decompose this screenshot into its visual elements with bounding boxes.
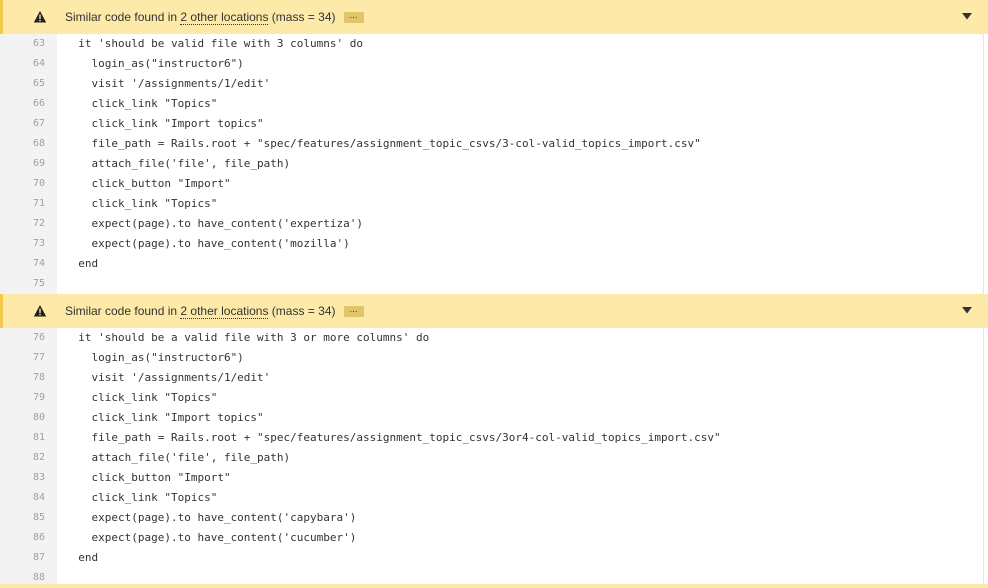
other-locations-link[interactable]: 2 other locations — [180, 304, 269, 319]
code-line: 66 click_link "Topics" — [0, 94, 988, 114]
code-line: 79 click_link "Topics" — [0, 388, 988, 408]
code-text: end — [65, 551, 99, 564]
line-number[interactable]: 85 — [0, 508, 45, 528]
code-line: 71 click_link "Topics" — [0, 194, 988, 214]
line-number[interactable]: 77 — [0, 348, 45, 368]
warning-triangle-icon — [33, 305, 47, 317]
line-number[interactable]: 63 — [0, 34, 45, 54]
code-text: visit '/assignments/1/edit' — [65, 77, 271, 90]
code-line: 77 login_as("instructor6") — [0, 348, 988, 368]
code-line: 76 it 'should be a valid file with 3 or … — [0, 328, 988, 348]
code-line: 74 end — [0, 254, 988, 274]
line-number[interactable]: 67 — [0, 114, 45, 134]
code-line: 75 — [0, 274, 988, 294]
duplication-issue-bar[interactable]: Similar code found in 2 other locations … — [0, 294, 988, 328]
code-text: attach_file('file', file_path) — [65, 157, 291, 170]
code-line: 63 it 'should be valid file with 3 colum… — [0, 34, 988, 54]
code-text: expect(page).to have_content('expertiza'… — [65, 217, 364, 230]
issue-message: Similar code found in 2 other locations … — [65, 10, 336, 25]
code-line: 81 file_path = Rails.root + "spec/featur… — [0, 428, 988, 448]
line-number[interactable]: 72 — [0, 214, 45, 234]
code-line: 87 end — [0, 548, 988, 568]
code-text: attach_file('file', file_path) — [65, 451, 291, 464]
code-text: expect(page).to have_content('cucumber') — [65, 531, 357, 544]
line-number[interactable]: 68 — [0, 134, 45, 154]
issue-message-prefix: Similar code found in — [65, 10, 181, 24]
line-number[interactable]: 65 — [0, 74, 45, 94]
duplication-issue-bar[interactable]: Similar code found in 2 other locations … — [0, 0, 988, 34]
code-line: 69 attach_file('file', file_path) — [0, 154, 988, 174]
code-text: end — [65, 257, 99, 270]
line-number[interactable]: 81 — [0, 428, 45, 448]
code-text: it 'should be valid file with 3 columns'… — [65, 37, 364, 50]
code-line: 65 visit '/assignments/1/edit' — [0, 74, 988, 94]
code-line: 67 click_link "Import topics" — [0, 114, 988, 134]
code-text: click_link "Topics" — [65, 491, 218, 504]
code-line: 70 click_button "Import" — [0, 174, 988, 194]
code-text: click_button "Import" — [65, 471, 231, 484]
code-text: it 'should be a valid file with 3 or mor… — [65, 331, 430, 344]
issue-message-suffix: (mass = 34) — [268, 10, 336, 24]
code-text: login_as("instructor6") — [65, 351, 244, 364]
line-number[interactable]: 64 — [0, 54, 45, 74]
code-line: 82 attach_file('file', file_path) — [0, 448, 988, 468]
code-text: click_link "Import topics" — [65, 411, 264, 424]
code-text: expect(page).to have_content('mozilla') — [65, 237, 350, 250]
code-text: login_as("instructor6") — [65, 57, 244, 70]
line-number[interactable]: 74 — [0, 254, 45, 274]
code-line: 84 click_link "Topics" — [0, 488, 988, 508]
line-number[interactable]: 83 — [0, 468, 45, 488]
other-locations-link[interactable]: 2 other locations — [180, 10, 269, 25]
caret-down-icon[interactable] — [962, 13, 972, 20]
line-number[interactable]: 82 — [0, 448, 45, 468]
code-line: 68 file_path = Rails.root + "spec/featur… — [0, 134, 988, 154]
line-number[interactable]: 73 — [0, 234, 45, 254]
line-number[interactable]: 71 — [0, 194, 45, 214]
code-line: 78 visit '/assignments/1/edit' — [0, 368, 988, 388]
code-block: 76 it 'should be a valid file with 3 or … — [0, 328, 988, 588]
code-text: click_button "Import" — [65, 177, 231, 190]
more-details-button[interactable]: ... — [343, 10, 364, 23]
line-number[interactable]: 66 — [0, 94, 45, 114]
code-text: file_path = Rails.root + "spec/features/… — [65, 431, 721, 444]
caret-down-icon[interactable] — [962, 307, 972, 314]
next-issue-bar-edge — [0, 584, 988, 588]
code-text: click_link "Topics" — [65, 391, 218, 404]
warning-triangle-icon — [33, 11, 47, 23]
line-number[interactable]: 86 — [0, 528, 45, 548]
code-text: expect(page).to have_content('capybara') — [65, 511, 357, 524]
code-block: 63 it 'should be valid file with 3 colum… — [0, 34, 988, 294]
line-number[interactable]: 87 — [0, 548, 45, 568]
code-line: 86 expect(page).to have_content('cucumbe… — [0, 528, 988, 548]
code-text: file_path = Rails.root + "spec/features/… — [65, 137, 701, 150]
code-text: click_link "Topics" — [65, 197, 218, 210]
code-text: click_link "Topics" — [65, 97, 218, 110]
line-number[interactable]: 76 — [0, 328, 45, 348]
issue-message-prefix: Similar code found in — [65, 304, 181, 318]
line-number[interactable]: 75 — [0, 274, 45, 294]
code-text: visit '/assignments/1/edit' — [65, 371, 271, 384]
issue-message-suffix: (mass = 34) — [268, 304, 336, 318]
code-line: 85 expect(page).to have_content('capybar… — [0, 508, 988, 528]
code-line: 80 click_link "Import topics" — [0, 408, 988, 428]
line-number[interactable]: 78 — [0, 368, 45, 388]
line-number[interactable]: 70 — [0, 174, 45, 194]
line-number[interactable]: 84 — [0, 488, 45, 508]
line-number[interactable]: 80 — [0, 408, 45, 428]
code-text: click_link "Import topics" — [65, 117, 264, 130]
code-line: 73 expect(page).to have_content('mozilla… — [0, 234, 988, 254]
code-line: 83 click_button "Import" — [0, 468, 988, 488]
code-line: 64 login_as("instructor6") — [0, 54, 988, 74]
code-line: 72 expect(page).to have_content('experti… — [0, 214, 988, 234]
issue-message: Similar code found in 2 other locations … — [65, 304, 336, 319]
code-viewer: Similar code found in 2 other locations … — [0, 0, 988, 588]
line-number[interactable]: 69 — [0, 154, 45, 174]
more-details-button[interactable]: ... — [343, 304, 364, 317]
line-number[interactable]: 79 — [0, 388, 45, 408]
